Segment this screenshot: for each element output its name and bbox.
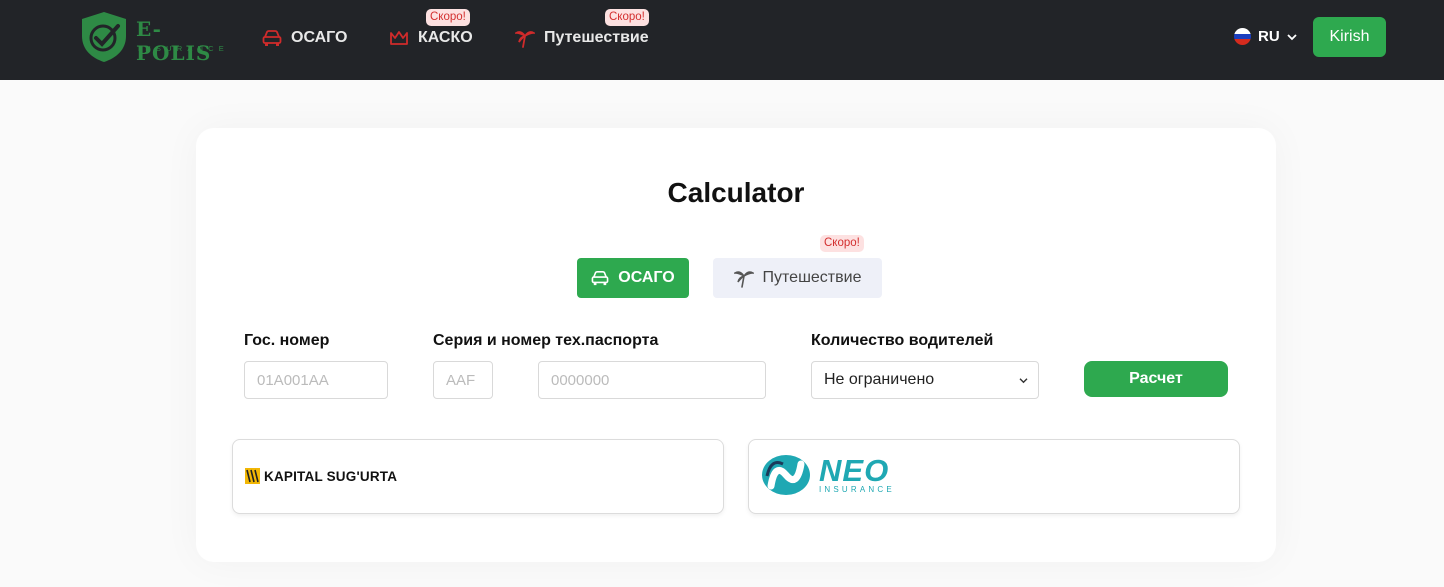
calculator-card: Calculator ОСАГО Путешествие Скоро! Гос.… [196,128,1276,562]
neo-logo: NEO INSURANCE [761,454,915,496]
kasko-soon-badge: Скоро! [426,9,470,26]
russia-flag-icon [1234,28,1251,45]
passport-label: Серия и номер тех.паспорта [433,332,659,349]
neo-name: NEO [819,453,890,488]
neo-wordmark: NEO INSURANCE [819,455,915,495]
neo-subtitle: INSURANCE [819,485,895,494]
car-icon [262,30,282,46]
tab-travel[interactable]: Путешествие [713,258,882,298]
chevron-down-icon [1287,33,1297,40]
plate-input[interactable] [244,361,388,399]
logo-subtitle: INSURANCE [138,44,229,53]
tab-travel-soon-badge: Скоро! [820,235,864,252]
company-card-kapital[interactable]: KAPITAL SUG'URTA [232,439,724,514]
drivers-select-value: Не ограничено [824,371,935,388]
language-label: RU [1258,28,1280,45]
nav-kasko-label: КАСКО [418,29,473,46]
passport-number-input[interactable] [538,361,766,399]
nav-kasko[interactable]: КАСКО [389,27,473,49]
login-button[interactable]: Kirish [1313,17,1386,57]
nav-travel[interactable]: Путешествие [515,27,649,49]
car-icon [591,270,609,286]
kapital-logo: KAPITAL SUG'URTA [245,468,397,484]
tab-osago-label: ОСАГО [618,269,675,286]
logo-title: E-POLIS [136,17,212,65]
calculator-title: Calculator [667,177,805,208]
kapital-name: KAPITAL SUG'URTA [264,468,398,484]
chevron-down-icon [1019,377,1028,383]
kapital-mark-icon [245,468,260,484]
language-selector[interactable]: RU [1234,28,1297,45]
shield-check-icon [82,12,126,62]
nav-osago[interactable]: ОСАГО [262,27,347,49]
passport-series-input[interactable] [433,361,493,399]
tab-travel-label: Путешествие [762,269,862,286]
company-card-neo[interactable]: NEO INSURANCE [748,439,1240,514]
plate-label: Гос. номер [244,332,330,349]
crown-icon [390,31,408,45]
drivers-select[interactable]: Не ограничено [811,361,1039,399]
calculate-button[interactable]: Расчет [1084,361,1228,397]
travel-soon-badge: Скоро! [605,9,649,26]
drivers-label: Количество водителей [811,332,994,349]
tab-osago[interactable]: ОСАГО [577,258,689,298]
palm-tree-icon [515,31,535,48]
neo-emblem-icon [762,455,810,495]
nav-travel-label: Путешествие [544,29,649,46]
palm-tree-icon [733,271,754,288]
top-navbar: E-POLIS INSURANCE ОСАГО КАСКО Скоро! Пут… [0,0,1444,80]
nav-osago-label: ОСАГО [291,29,348,46]
epolis-logo[interactable]: E-POLIS INSURANCE [78,10,230,65]
